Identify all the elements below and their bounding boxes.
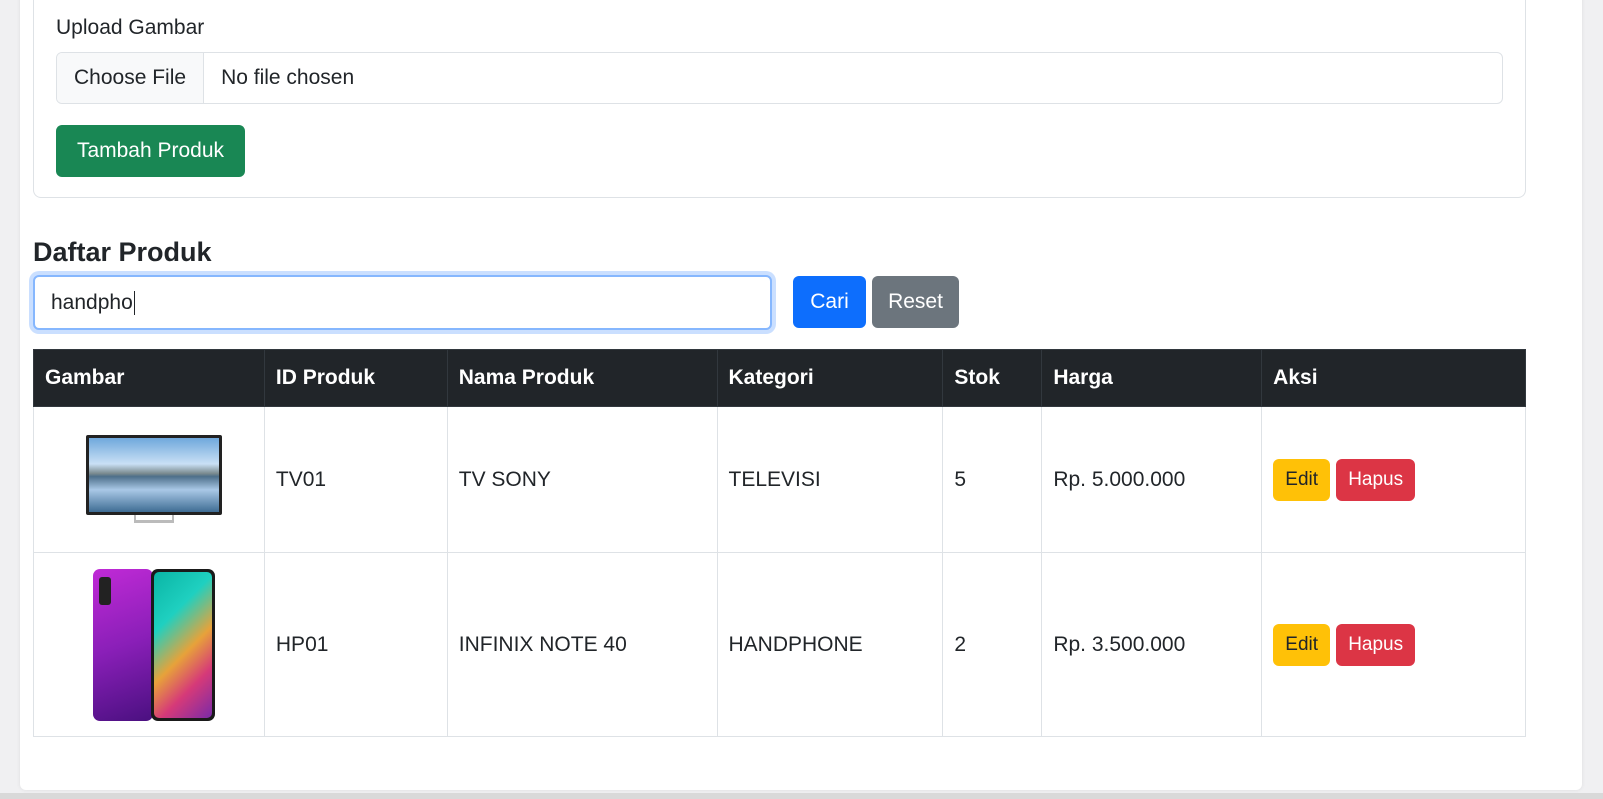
edit-button[interactable]: Edit: [1273, 458, 1331, 501]
product-name: INFINIX NOTE 40: [446, 552, 718, 737]
search-input[interactable]: handpho: [33, 275, 772, 330]
search-button[interactable]: Cari: [793, 276, 866, 328]
col-header-id: ID Produk: [263, 349, 448, 407]
product-id: TV01: [263, 406, 448, 553]
image-cell: [33, 552, 265, 737]
product-table: Gambar ID Produk Nama Produk Kategori St…: [33, 349, 1526, 737]
product-stock: 5: [942, 406, 1043, 553]
file-input[interactable]: Choose File No file chosen: [56, 52, 1503, 104]
reset-button[interactable]: Reset: [872, 276, 959, 328]
product-price: Rp. 5.000.000: [1041, 406, 1263, 553]
product-category: TELEVISI: [716, 406, 944, 553]
window-bottom-edge: [0, 793, 1603, 799]
product-list-title: Daftar Produk: [33, 237, 212, 267]
col-header-image: Gambar: [33, 349, 265, 407]
product-form-card: Upload Gambar Choose File No file chosen…: [33, 0, 1526, 198]
delete-button[interactable]: Hapus: [1336, 623, 1416, 666]
product-stock: 2: [942, 552, 1043, 737]
choose-file-button[interactable]: Choose File: [57, 53, 205, 103]
add-product-button[interactable]: Tambah Produk: [56, 125, 245, 177]
product-name: TV SONY: [446, 406, 718, 553]
tv-product-image: [86, 434, 223, 525]
col-header-name: Nama Produk: [446, 349, 718, 407]
col-header-actions: Aksi: [1261, 349, 1526, 407]
phone-product-image: [93, 568, 216, 721]
product-price: Rp. 3.500.000: [1041, 552, 1263, 737]
upload-label: Upload Gambar: [56, 16, 205, 39]
search-input-value: handpho: [51, 290, 133, 314]
col-header-category: Kategori: [716, 349, 944, 407]
file-status-text: No file chosen: [221, 66, 355, 89]
table-header-row: Gambar ID Produk Nama Produk Kategori St…: [33, 349, 1526, 407]
table-row: TV01 TV SONY TELEVISI 5 Rp. 5.000.000 Ed…: [33, 406, 1526, 553]
text-caret: [133, 290, 135, 315]
actions-cell: Edit Hapus: [1261, 406, 1526, 553]
actions-cell: Edit Hapus: [1261, 552, 1526, 737]
image-cell: [33, 406, 265, 553]
col-header-stock: Stok: [942, 349, 1043, 407]
product-category: HANDPHONE: [716, 552, 944, 737]
delete-button[interactable]: Hapus: [1336, 458, 1416, 501]
table-row: HP01 INFINIX NOTE 40 HANDPHONE 2 Rp. 3.5…: [33, 552, 1526, 737]
col-header-price: Harga: [1041, 349, 1263, 407]
edit-button[interactable]: Edit: [1273, 623, 1331, 666]
product-id: HP01: [263, 552, 448, 737]
